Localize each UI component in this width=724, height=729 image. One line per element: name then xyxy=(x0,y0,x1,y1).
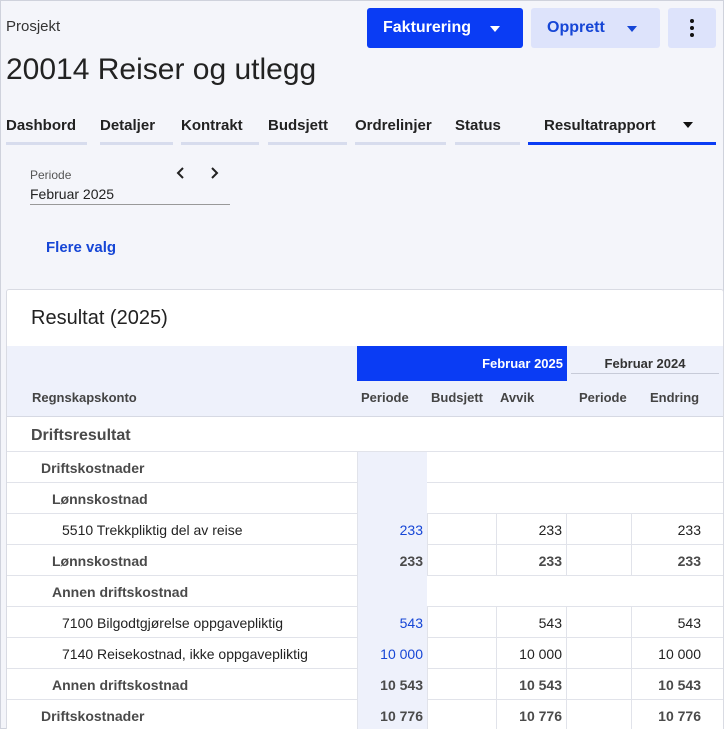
more-options-button[interactable] xyxy=(668,8,716,48)
table-row: 5510 Trekkpliktig del av reise 233 233 233 xyxy=(7,514,723,545)
periode-column-shade xyxy=(357,576,427,607)
periode-select[interactable]: Februar 2025 xyxy=(30,186,114,202)
column-divider xyxy=(427,545,428,576)
tab-dashbord[interactable]: Dashbord xyxy=(6,117,87,145)
column-header-account: Regnskapskonto xyxy=(32,390,137,405)
cell-periode[interactable]: 543 xyxy=(357,607,427,638)
breadcrumb[interactable]: Prosjekt xyxy=(6,18,60,35)
chevron-down-icon xyxy=(627,26,637,32)
column-group-current: Februar 2025 xyxy=(357,346,567,381)
column-divider xyxy=(427,700,428,729)
row-label: Lønnskostnad xyxy=(52,491,148,507)
cell-avvik: 10 543 xyxy=(519,677,562,693)
column-header-budsjett: Budsjett xyxy=(431,390,483,405)
tab-budsjett[interactable]: Budsjett xyxy=(268,117,347,145)
column-divider xyxy=(357,483,358,514)
table-row: 7140 Reisekostnad, ikke oppgavepliktig 10… xyxy=(7,638,723,669)
opprett-label: Opprett xyxy=(547,19,605,36)
fakturering-button[interactable]: Fakturering xyxy=(367,8,523,48)
row-label: Annen driftskostnad xyxy=(52,677,189,693)
cell-endring: 543 xyxy=(677,615,701,631)
table-row: Driftskostnader 10 776 10 776 10 776 xyxy=(7,700,723,729)
page-title: 20014 Reiser og utlegg xyxy=(6,53,317,86)
cell-avvik: 10 776 xyxy=(519,708,562,724)
cell-periode: 10 776 xyxy=(380,708,423,724)
tab-kontrakt[interactable]: Kontrakt xyxy=(181,117,259,145)
cell-periode[interactable]: 10 000 xyxy=(357,638,427,669)
column-divider xyxy=(566,514,567,545)
periode-column-shade xyxy=(357,452,427,483)
table-row: 7100 Bilgodtgjørelse oppgavepliktig 543 54… xyxy=(7,607,723,638)
periode-label: Periode xyxy=(30,168,72,182)
opprett-button[interactable]: Opprett xyxy=(531,8,660,48)
row-label: 5510 Trekkpliktig del av reise xyxy=(62,522,243,538)
periode-underline xyxy=(30,204,230,205)
cell-avvik: 543 xyxy=(538,615,562,631)
cell-avvik: 10 000 xyxy=(519,646,562,662)
chevron-down-icon xyxy=(683,122,693,128)
cell-avvik: 233 xyxy=(538,553,562,569)
table-row: Lønnskostnad xyxy=(7,483,723,514)
row-label: Annen driftskostnad xyxy=(52,584,189,600)
cell-periode: 10 543 xyxy=(380,677,423,693)
tab-detaljer[interactable]: Detaljer xyxy=(100,117,173,145)
tab-resultatrapport[interactable]: Resultatrapport xyxy=(528,117,716,145)
periode-column-shade xyxy=(357,483,427,514)
tab-ordrelinjer[interactable]: Ordrelinjer xyxy=(355,117,446,145)
column-header-periode: Periode xyxy=(361,390,409,405)
row-label: 7140 Reisekostnad, ikke oppgavepliktig xyxy=(62,646,308,662)
tab-status[interactable]: Status xyxy=(455,117,520,145)
row-label: Driftskostnader xyxy=(41,708,145,724)
chevron-down-icon xyxy=(490,26,500,32)
column-divider xyxy=(566,607,567,638)
table-row: Driftsresultat xyxy=(7,417,723,452)
result-card: Resultat (2025) Februar 2025 Februar 202… xyxy=(6,289,724,729)
cell-endring: 10 000 xyxy=(658,646,701,662)
more-vertical-icon xyxy=(690,19,694,37)
chevron-right-icon[interactable] xyxy=(208,167,220,179)
cell-endring: 233 xyxy=(677,522,701,538)
column-divider xyxy=(427,638,428,669)
row-label: Driftsresultat xyxy=(31,427,131,444)
table-row: Driftskostnader xyxy=(7,452,723,483)
cell-periode: 233 xyxy=(399,553,423,569)
row-label: 7100 Bilgodtgjørelse oppgavepliktig xyxy=(62,615,284,631)
row-label: Lønnskostnad xyxy=(52,553,148,569)
table-row: Annen driftskostnad 10 543 10 543 10 543 xyxy=(7,669,723,700)
column-divider xyxy=(427,607,428,638)
cell-endring: 10 776 xyxy=(658,708,701,724)
column-divider xyxy=(566,669,567,700)
cell-endring: 10 543 xyxy=(658,677,701,693)
column-divider xyxy=(427,514,428,545)
column-divider xyxy=(566,638,567,669)
column-divider xyxy=(566,545,567,576)
column-header-endring: Endring xyxy=(650,390,700,405)
row-label: Driftskostnader xyxy=(41,460,145,476)
column-divider xyxy=(357,576,358,607)
cell-endring: 233 xyxy=(677,553,701,569)
table-row: Annen driftskostnad xyxy=(7,576,723,607)
column-group-previous: Februar 2024 xyxy=(571,346,719,374)
column-divider xyxy=(566,700,567,729)
flere-valg-link[interactable]: Flere valg xyxy=(46,239,116,256)
column-divider xyxy=(357,452,358,483)
fakturering-label: Fakturering xyxy=(383,19,472,36)
chevron-left-icon[interactable] xyxy=(175,167,187,179)
column-divider xyxy=(427,669,428,700)
cell-avvik: 233 xyxy=(538,522,562,538)
cell-periode[interactable]: 233 xyxy=(357,514,427,545)
report-title: Resultat (2025) xyxy=(31,307,168,329)
table-row: Lønnskostnad 233 233 233 xyxy=(7,545,723,576)
column-header-periode-prev: Periode xyxy=(579,390,627,405)
column-header-avvik: Avvik xyxy=(500,390,535,405)
